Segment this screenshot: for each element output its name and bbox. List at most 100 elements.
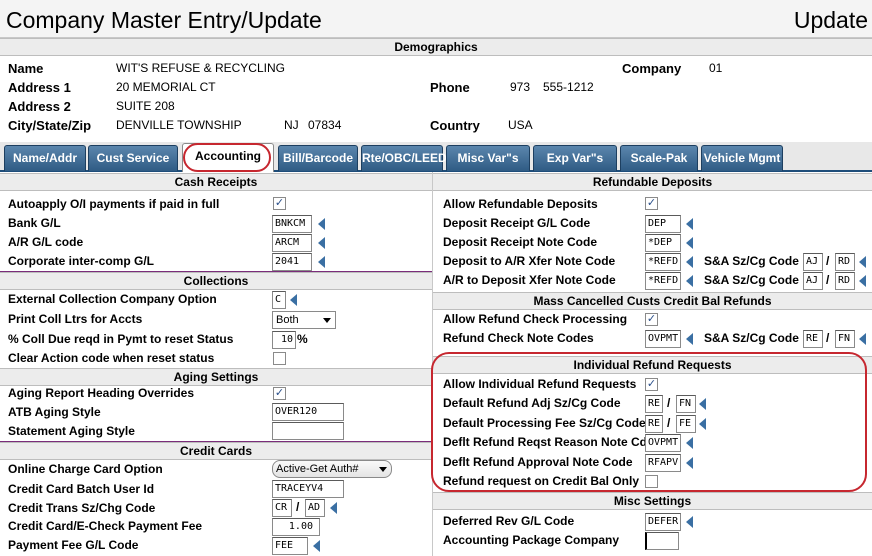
country-label: Country <box>430 118 480 133</box>
mass-sa-lookup-icon[interactable] <box>859 333 866 345</box>
bank-gl-label: Bank G/L <box>8 216 61 230</box>
payment-fee-input[interactable]: 1.00 <box>272 518 320 536</box>
online-charge-label: Online Charge Card Option <box>8 462 163 476</box>
aging-header: Aging Settings <box>0 368 432 386</box>
dep-ar-label: Deposit to A/R Xfer Note Code <box>443 254 616 268</box>
tab-cust-service[interactable]: Cust Service <box>88 145 178 171</box>
refund-note-label: Refund Check Note Codes <box>443 331 594 345</box>
pct-suffix: % <box>297 332 308 346</box>
receipt-gl-label: Deposit Receipt G/L Code <box>443 216 591 230</box>
accounting-package-label: Accounting Package Company <box>443 533 620 547</box>
refund-check-label: Allow Refund Check Processing <box>443 312 628 326</box>
window-title: Company Master Entry/Update <box>6 7 322 33</box>
mode-label: Update <box>793 7 868 33</box>
deferred-rev-lookup-icon[interactable] <box>686 516 693 528</box>
fee-gl-lookup-icon[interactable] <box>313 540 320 552</box>
accounting-tab-highlight <box>183 143 271 172</box>
pct-coll-input[interactable]: 10 <box>272 331 296 349</box>
tab-scale-pak[interactable]: Scale-Pak <box>620 145 698 171</box>
deferred-rev-input[interactable]: DEFER <box>645 513 681 531</box>
sa2-cg-input[interactable]: RD <box>835 272 855 290</box>
credit-trans-sz-input[interactable]: CR <box>272 499 292 517</box>
tab-rte-obc-leed[interactable]: Rte/OBC/LEED <box>361 145 447 171</box>
pct-coll-label: % Coll Due reqd in Pymt to reset Status <box>8 332 234 346</box>
print-coll-select[interactable]: Both <box>272 311 336 329</box>
batch-user-input[interactable]: TRACEYV4 <box>272 480 344 498</box>
autoapply-checkbox[interactable]: ✓ <box>273 197 286 210</box>
state-value: NJ <box>284 118 299 132</box>
sa2-lookup-icon[interactable] <box>859 275 866 287</box>
dep-ar-lookup-icon[interactable] <box>686 256 693 268</box>
ext-collection-input[interactable]: C <box>272 291 286 309</box>
receipt-gl-input[interactable]: DEP <box>645 215 681 233</box>
dep-ar-input[interactable]: *REFD <box>645 253 681 271</box>
ar-gl-lookup-icon[interactable] <box>318 237 325 249</box>
stmt-aging-input[interactable] <box>272 422 344 440</box>
slash-separator: / <box>826 273 830 287</box>
print-coll-label: Print Coll Ltrs for Accts <box>8 312 143 326</box>
slash-separator: / <box>826 254 830 268</box>
slash-separator: / <box>296 500 300 514</box>
address2-label: Address 2 <box>8 99 71 114</box>
sa1-lookup-icon[interactable] <box>859 256 866 268</box>
fee-gl-label: Payment Fee G/L Code <box>8 538 139 552</box>
sa1-sz-input[interactable]: AJ <box>803 253 823 271</box>
tab-exp-vars[interactable]: Exp Var"s <box>533 145 617 171</box>
name-label: Name <box>8 61 44 76</box>
refund-note-lookup-icon[interactable] <box>686 333 693 345</box>
slash-separator: / <box>826 331 830 345</box>
phone-label: Phone <box>430 80 470 95</box>
name-value: WIT'S REFUSE & RECYCLING <box>116 61 285 75</box>
accounting-package-input[interactable] <box>645 532 679 550</box>
clear-action-label: Clear Action code when reset status <box>8 351 215 365</box>
city-value: DENVILLE TOWNSHIP <box>116 118 242 132</box>
fee-gl-input[interactable]: FEE <box>272 537 308 555</box>
corp-gl-lookup-icon[interactable] <box>318 256 325 268</box>
refund-check-checkbox[interactable]: ✓ <box>645 313 658 326</box>
ar-dep-label: A/R to Deposit Xfer Note Code <box>443 273 616 287</box>
tab-bill-barcode[interactable]: Bill/Barcode <box>278 145 358 171</box>
receipt-note-input[interactable]: *DEP <box>645 234 681 252</box>
collections-header: Collections <box>0 272 432 290</box>
bank-gl-lookup-icon[interactable] <box>318 218 325 230</box>
corp-gl-input[interactable]: 2041 <box>272 253 312 271</box>
address1-value: 20 MEMORIAL CT <box>116 80 216 94</box>
allow-deposits-checkbox[interactable]: ✓ <box>645 197 658 210</box>
atb-aging-input[interactable]: OVER120 <box>272 403 344 421</box>
clear-action-checkbox[interactable] <box>273 352 286 365</box>
sa-code-label: S&A Sz/Cg Code <box>704 331 799 345</box>
sa2-sz-input[interactable]: AJ <box>803 272 823 290</box>
phone-area: 973 <box>510 80 531 94</box>
autoapply-label: Autoapply O/I payments if paid in full <box>8 197 220 211</box>
ext-collection-label: External Collection Company Option <box>8 292 217 306</box>
credit-trans-cg-input[interactable]: AD <box>305 499 325 517</box>
mass-sa-cg-input[interactable]: FN <box>835 330 855 348</box>
sa-code-label: S&A Sz/Cg Code <box>704 254 799 268</box>
company-value: 01 <box>709 61 723 75</box>
ar-dep-lookup-icon[interactable] <box>686 275 693 287</box>
credit-trans-lookup-icon[interactable] <box>330 502 337 514</box>
ar-gl-input[interactable]: ARCM <box>272 234 312 252</box>
refund-note-input[interactable]: OVPMT <box>645 330 681 348</box>
receipt-gl-lookup-icon[interactable] <box>686 218 693 230</box>
deferred-rev-label: Deferred Rev G/L Code <box>443 514 575 528</box>
company-label: Company <box>622 61 682 76</box>
sa1-cg-input[interactable]: RD <box>835 253 855 271</box>
credit-trans-label: Credit Trans Sz/Chg Code <box>8 501 156 515</box>
tab-vehicle-mgmt[interactable]: Vehicle Mgmt <box>701 145 783 171</box>
individual-refund-highlight <box>431 352 867 492</box>
online-charge-select[interactable]: Active-Get Auth# <box>272 460 392 478</box>
receipt-note-lookup-icon[interactable] <box>686 237 693 249</box>
ar-gl-label: A/R G/L code <box>8 235 84 249</box>
ext-collection-lookup-icon[interactable] <box>290 294 297 306</box>
aging-overrides-checkbox[interactable]: ✓ <box>273 387 286 400</box>
bank-gl-input[interactable]: BNKCM <box>272 215 312 233</box>
mass-sa-sz-input[interactable]: RE <box>803 330 823 348</box>
tab-misc-vars[interactable]: Misc Var"s <box>446 145 530 171</box>
city-state-zip-label: City/State/Zip <box>8 118 92 133</box>
misc-settings-header: Misc Settings <box>433 492 872 510</box>
address2-value: SUITE 208 <box>116 99 175 113</box>
tab-name-addr[interactable]: Name/Addr <box>4 145 86 171</box>
cash-receipts-header: Cash Receipts <box>0 173 432 191</box>
ar-dep-input[interactable]: *REFD <box>645 272 681 290</box>
